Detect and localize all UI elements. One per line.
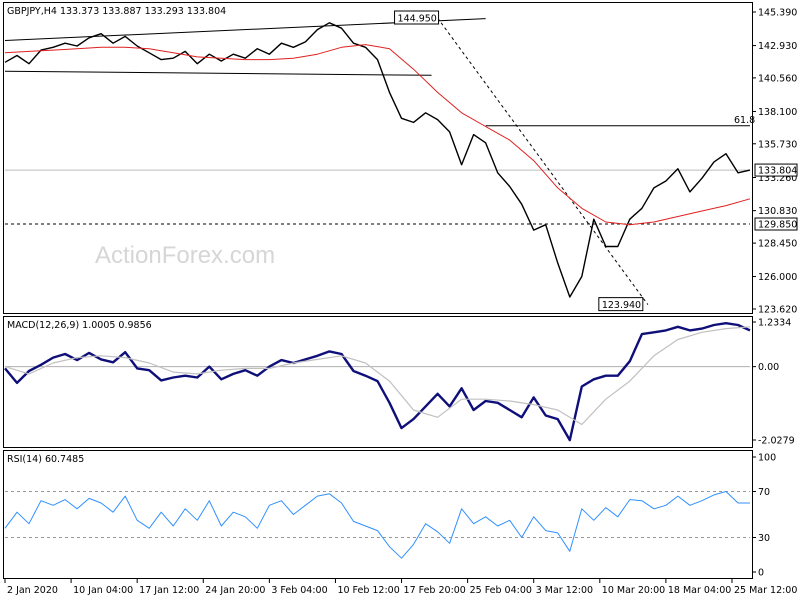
macd-ytick-label: 0.00 (758, 362, 779, 373)
price-title: GBPJPY,H4 133.373 133.887 133.293 133.80… (7, 6, 226, 17)
rsi-ytick-label: 30 (758, 533, 770, 544)
price-ytick-label: 142.930 (758, 41, 797, 52)
xtick-label: 18 Mar 04:00 (668, 585, 731, 596)
xtick-label: 2 Jan 2020 (7, 585, 58, 596)
price-ytick-label: 138.100 (758, 107, 797, 118)
price-level-tag-label: 133.804 (758, 166, 797, 177)
xtick-label: 17 Feb 20:00 (404, 585, 466, 596)
price-ytick-label: 145.390 (758, 8, 797, 19)
price-level-label: 61.8 (734, 115, 755, 126)
chart-canvas: ActionForex.com 145.390 142.930 140.560 138… (3, 2, 798, 596)
xtick-label: 3 Feb 04:00 (271, 585, 327, 596)
price-ytick-label: 123.620 (758, 305, 797, 316)
rsi-ytick-label: 0 (758, 568, 764, 579)
xtick-label: 3 Mar 12:00 (536, 585, 593, 596)
price-ytick-label: 135.730 (758, 139, 797, 150)
xtick-label: 25 Mar 12:00 (734, 585, 797, 596)
x-axis: 2 Jan 2020 10 Jan 04:00 17 Jan 12:00 24 Jan… (4, 579, 797, 596)
macd-title: MACD(12,26,9) 1.0005 0.9856 (7, 320, 152, 331)
xtick-label: 24 Jan 20:00 (205, 585, 265, 596)
macd-ytick-label: 1.2334 (758, 318, 791, 329)
rsi-ytick-label: 70 (758, 487, 770, 498)
xtick-label: 10 Jan 04:00 (73, 585, 133, 596)
xtick-label: 10 Mar 20:00 (602, 585, 665, 596)
rsi-ytick-label: 100 (758, 453, 776, 464)
price-ytick-label: 126.000 (758, 272, 797, 283)
xtick-label: 17 Jan 12:00 (139, 585, 199, 596)
chart-container: ActionForex.com 145.390 142.930 140.560 138… (0, 0, 800, 600)
price-annotation-label: 123.940 (602, 300, 641, 311)
xtick-label: 25 Feb 04:00 (470, 585, 532, 596)
price-annotation-label: 144.950 (398, 14, 437, 25)
watermark: ActionForex.com (95, 242, 275, 269)
price-ytick-label: 130.830 (758, 206, 797, 217)
price-ytick-label: 140.560 (758, 73, 797, 84)
xtick-label: 10 Feb 12:00 (337, 585, 399, 596)
rsi-title: RSI(14) 60.7485 (7, 454, 84, 465)
rsi-panel-frame (3, 450, 753, 579)
price-level-tag-label: 129.850 (758, 220, 797, 231)
price-ytick-label: 128.450 (758, 239, 797, 250)
macd-ytick-label: -2.0279 (758, 436, 795, 447)
